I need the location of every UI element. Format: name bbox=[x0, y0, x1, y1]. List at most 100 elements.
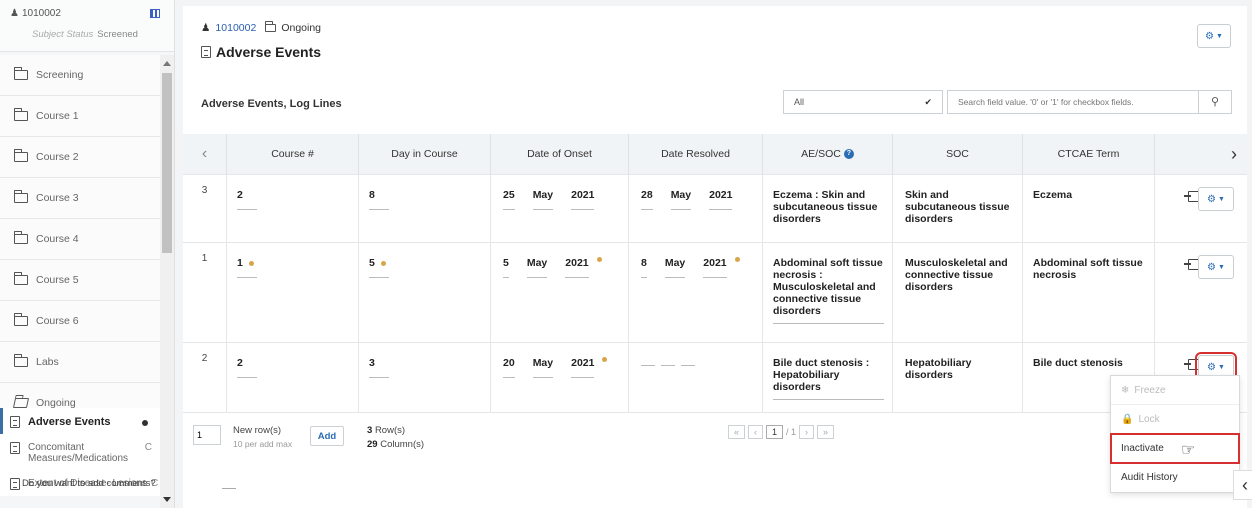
scroll-down-icon[interactable] bbox=[163, 497, 171, 502]
cell-ae-soc[interactable]: Abdominal soft tissue necrosis : Musculo… bbox=[763, 243, 893, 342]
page-total: / 1 bbox=[786, 427, 797, 437]
column-header-onset[interactable]: Date of Onset bbox=[491, 134, 629, 174]
sidebar-item-course-6[interactable]: Course 6 bbox=[0, 301, 160, 342]
comments-field[interactable] bbox=[222, 488, 236, 489]
change-marker-icon bbox=[249, 260, 254, 266]
sidebar-scrollbar[interactable] bbox=[160, 55, 174, 508]
form-item-concomitant-measures[interactable]: Concomitant Measures/Medications C bbox=[0, 434, 160, 470]
breadcrumb-subject-link[interactable]: 1010002 bbox=[215, 22, 256, 34]
new-rows-label: New row(s) 10 per add max bbox=[233, 425, 293, 449]
change-marker-icon bbox=[602, 357, 608, 362]
cell-soc: Skin and subcutaneous tissue disorders bbox=[893, 175, 1023, 242]
document-icon bbox=[10, 442, 20, 454]
sidebar-item-screening[interactable]: Screening bbox=[0, 55, 160, 96]
subject-status: Subject Status Screened bbox=[32, 29, 138, 40]
sidebar-item-course-2[interactable]: Course 2 bbox=[0, 137, 160, 178]
row-index: 2 bbox=[183, 343, 227, 412]
column-header-ae-soc[interactable]: AE/SOC? bbox=[763, 134, 893, 174]
scroll-left-button[interactable]: ‹ bbox=[183, 134, 227, 174]
gear-icon: ⚙ bbox=[1205, 30, 1215, 42]
menu-item-inactivate[interactable]: Inactivate ☞ bbox=[1110, 433, 1240, 464]
table-row: 1 1 5 5 May 2021 8 May 2021 Abdominal soft t… bbox=[183, 242, 1247, 342]
prev-page-button[interactable]: ‹ bbox=[748, 425, 764, 439]
scroll-right-button[interactable]: › bbox=[1155, 134, 1247, 174]
search-input[interactable] bbox=[947, 90, 1199, 114]
change-marker-icon bbox=[734, 257, 740, 262]
add-rows-button[interactable]: Add bbox=[310, 426, 344, 446]
search-button[interactable]: ⚲ bbox=[1198, 90, 1232, 114]
cell-course[interactable]: 1 bbox=[227, 243, 359, 342]
current-page-input[interactable]: 1 bbox=[766, 425, 784, 439]
cell-onset[interactable]: 20 May 2021 bbox=[491, 343, 629, 412]
section-title: Adverse Events, Log Lines bbox=[201, 98, 342, 110]
folder-open-icon bbox=[12, 398, 30, 408]
collapse-panel-button[interactable]: ‹ bbox=[1233, 470, 1252, 500]
cell-ctcae: Eczema bbox=[1023, 175, 1155, 242]
cell-course[interactable]: 2 bbox=[227, 343, 359, 412]
help-icon[interactable]: ? bbox=[843, 149, 854, 159]
breadcrumb: ♟ 1010002 Ongoing bbox=[201, 21, 321, 34]
grid-icon[interactable] bbox=[150, 9, 160, 18]
row-index: 3 bbox=[183, 175, 227, 242]
filter-select[interactable]: All ✔ bbox=[783, 90, 943, 114]
sidebar-item-labs[interactable]: Labs bbox=[0, 342, 160, 383]
cell-course[interactable]: 2 bbox=[227, 175, 359, 242]
scroll-up-icon[interactable] bbox=[163, 61, 171, 66]
subject-id: ♟ 1010002 bbox=[10, 8, 61, 19]
gear-icon: ⚙ bbox=[1207, 361, 1217, 373]
table-footer: New row(s) 10 per add max Add 3 Row(s) 2… bbox=[183, 412, 1247, 454]
cell-ae-soc[interactable]: Eczema : Skin and subcutaneous tissue di… bbox=[763, 175, 893, 242]
user-icon: ♟ bbox=[10, 8, 19, 19]
cell-day[interactable]: 3 bbox=[359, 343, 491, 412]
folder-icon bbox=[14, 231, 28, 244]
sidebar-item-course-3[interactable]: Course 3 bbox=[0, 178, 160, 219]
chevron-down-icon: ▼ bbox=[1218, 363, 1225, 371]
cell-day[interactable]: 5 bbox=[359, 243, 491, 342]
cell-ae-soc[interactable]: Bile duct stenosis : Hepatobiliary disor… bbox=[763, 343, 893, 412]
hand-cursor-icon: ☞ bbox=[1181, 442, 1196, 459]
next-page-button[interactable]: › bbox=[799, 425, 815, 439]
column-header-soc[interactable]: SOC bbox=[893, 134, 1023, 174]
last-page-button[interactable]: » bbox=[817, 425, 835, 439]
snowflake-icon: ❄ bbox=[1121, 384, 1130, 396]
gear-icon: ⚙ bbox=[1207, 261, 1217, 273]
page-actions-button[interactable]: ⚙ ▼ bbox=[1197, 24, 1231, 48]
sidebar-item-course-4[interactable]: Course 4 bbox=[0, 219, 160, 260]
change-marker-icon bbox=[596, 257, 602, 262]
cell-resolved[interactable] bbox=[629, 343, 763, 412]
sidebar-nav: Screening Course 1 Course 2 Course 3 Cou… bbox=[0, 55, 160, 424]
cell-resolved[interactable]: 28 May 2021 bbox=[629, 175, 763, 242]
first-page-button[interactable]: « bbox=[728, 425, 746, 439]
menu-item-freeze[interactable]: ❄ Freeze bbox=[1111, 376, 1239, 405]
column-header-course[interactable]: Course # bbox=[227, 134, 359, 174]
new-rows-input[interactable] bbox=[193, 425, 221, 445]
sidebar-item-course-5[interactable]: Course 5 bbox=[0, 260, 160, 301]
folder-icon bbox=[14, 108, 28, 121]
gear-icon: ⚙ bbox=[1207, 193, 1217, 205]
menu-item-lock[interactable]: 🔒 Lock bbox=[1111, 405, 1239, 434]
cell-day[interactable]: 8 bbox=[359, 175, 491, 242]
scroll-thumb[interactable] bbox=[162, 73, 172, 253]
document-icon bbox=[10, 478, 20, 490]
column-header-ctcae[interactable]: CTCAE Term bbox=[1023, 134, 1155, 174]
column-header-resolved[interactable]: Date Resolved bbox=[629, 134, 763, 174]
menu-item-audit-history[interactable]: Audit History bbox=[1111, 463, 1239, 492]
row-actions-button[interactable]: ⚙ ▼ bbox=[1198, 187, 1234, 211]
chevron-down-icon: ▼ bbox=[1218, 195, 1225, 203]
cell-onset[interactable]: 25 May 2021 bbox=[491, 175, 629, 242]
page-title: Adverse Events bbox=[201, 44, 321, 60]
row-actions-button[interactable]: ⚙ ▼ bbox=[1198, 255, 1234, 279]
chevron-down-icon: ✔ bbox=[924, 97, 932, 107]
app: ♟ 1010002 Subject Status Screened Screeni… bbox=[0, 0, 1252, 508]
form-item-adverse-events[interactable]: Adverse Events bbox=[0, 408, 160, 434]
cell-ctcae: Abdominal soft tissue necrosis bbox=[1023, 243, 1155, 342]
column-header-day[interactable]: Day in Course bbox=[359, 134, 491, 174]
cell-resolved[interactable]: 8 May 2021 bbox=[629, 243, 763, 342]
cell-onset[interactable]: 5 May 2021 bbox=[491, 243, 629, 342]
cell-soc: Hepatobiliary disorders bbox=[893, 343, 1023, 412]
folder-icon bbox=[265, 21, 277, 32]
chevron-down-icon: ▼ bbox=[1218, 263, 1225, 271]
sidebar-item-course-1[interactable]: Course 1 bbox=[0, 96, 160, 137]
row-actions-menu: ❄ Freeze 🔒 Lock Inactivate ☞ Audit History bbox=[1110, 375, 1240, 493]
folder-icon bbox=[14, 272, 28, 285]
